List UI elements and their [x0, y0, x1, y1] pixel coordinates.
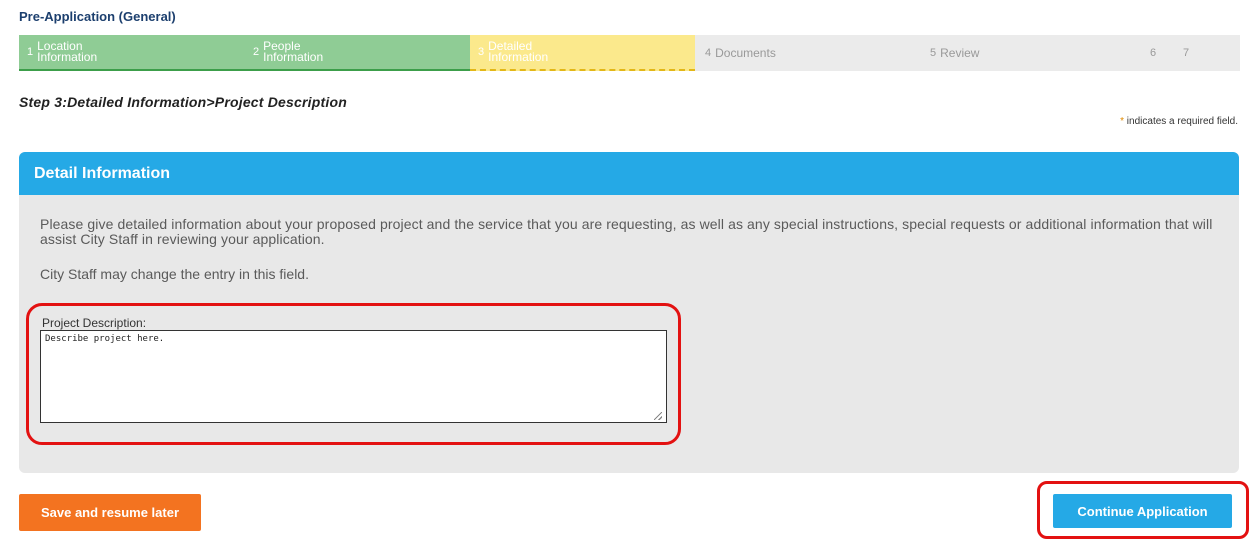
step-people-information[interactable]: 2 People Information	[245, 35, 470, 71]
instructions-text: Please give detailed information about y…	[40, 216, 1213, 247]
step-label: Documents	[715, 45, 776, 60]
project-description-label: Project Description:	[42, 316, 147, 330]
step-progress-bar: 1 Location Information 2 People Informat…	[19, 35, 1240, 71]
step-7: 7	[1183, 35, 1213, 71]
step-detailed-information[interactable]: 3 Detailed Information	[470, 35, 695, 71]
project-description-textarea[interactable]: Describe project here.	[40, 330, 667, 423]
staff-note: City Staff may change the entry in this …	[40, 266, 309, 282]
step-label: Detailed Information	[488, 39, 549, 64]
step-number: 1	[27, 45, 34, 58]
step-label: People Information	[263, 39, 324, 64]
step-label: Location Information	[37, 39, 98, 64]
project-description-highlight: Project Description: Describe project he…	[26, 303, 681, 445]
step-number: 2	[253, 45, 260, 58]
step-6: 6	[1150, 35, 1180, 71]
detail-information-panel: Detail Information Please give detailed …	[19, 152, 1239, 473]
step-number: 4	[705, 46, 712, 59]
required-field-note: * indicates a required field.	[1120, 116, 1238, 127]
save-and-resume-later-button[interactable]: Save and resume later	[19, 494, 201, 531]
continue-highlight: Continue Application	[1037, 481, 1249, 539]
step-label: Review	[940, 45, 980, 60]
panel-header: Detail Information	[19, 152, 1239, 195]
step-number: 7	[1183, 46, 1190, 59]
step-number: 5	[930, 46, 937, 59]
required-note-text: indicates a required field.	[1124, 116, 1238, 127]
step-documents: 4 Documents	[695, 35, 920, 71]
step-heading: Step 3:Detailed Information>Project Desc…	[19, 94, 347, 110]
resize-grip-icon[interactable]	[654, 412, 662, 420]
step-location-information[interactable]: 1 Location Information	[19, 35, 245, 71]
step-number: 3	[478, 45, 485, 58]
step-number: 6	[1150, 46, 1157, 59]
page-title: Pre-Application (General)	[19, 9, 176, 24]
continue-application-button[interactable]: Continue Application	[1053, 494, 1232, 528]
step-review: 5 Review	[920, 35, 1140, 71]
